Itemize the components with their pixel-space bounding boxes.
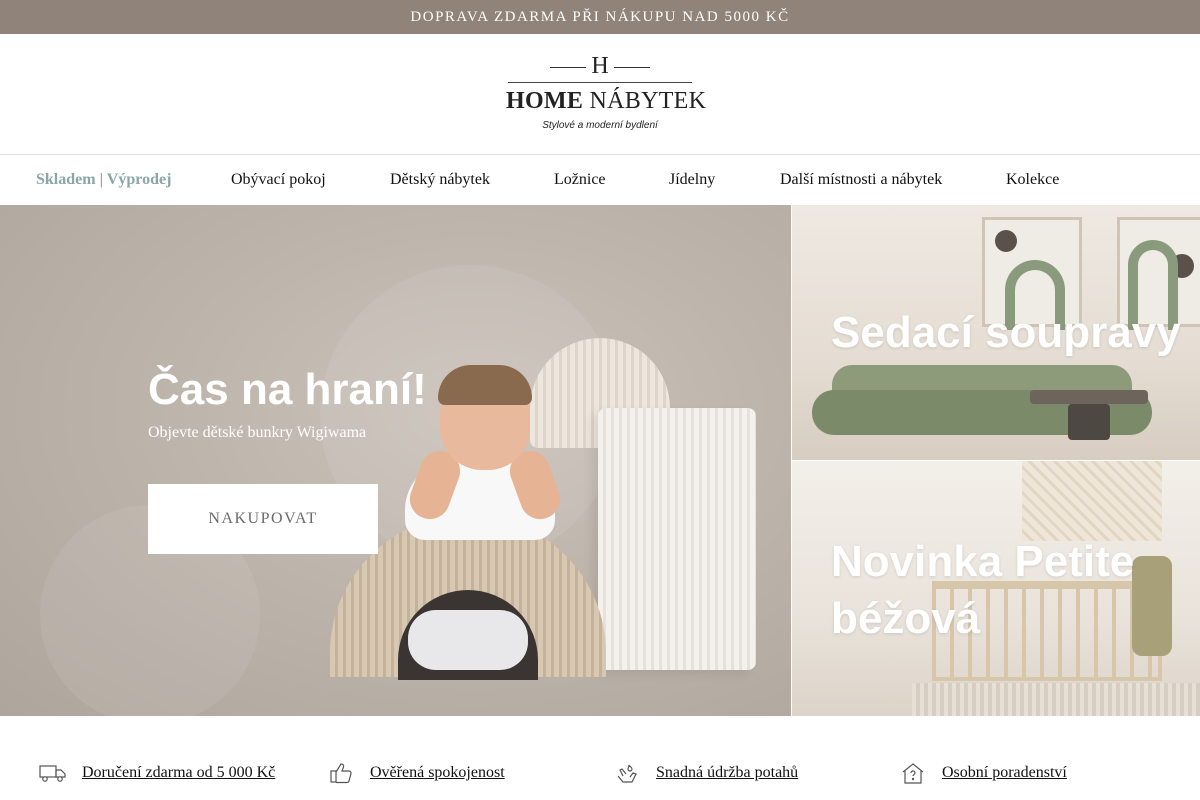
nav-promo-link[interactable]: Skladem | Výprodej <box>36 171 171 189</box>
category-tile-sofas[interactable]: Sedací soupravy <box>792 205 1200 460</box>
truck-icon <box>38 761 68 785</box>
nav-item-loznice[interactable]: Ložnice <box>554 171 606 189</box>
logo-mark: H <box>506 53 694 80</box>
category-tile-petite[interactable]: Novinka Petite béžová <box>792 461 1200 716</box>
logo-name-bold: HOME <box>506 88 584 114</box>
thumbs-up-icon <box>326 761 356 785</box>
tile-title-sofas: Sedací soupravy <box>831 308 1181 357</box>
tile-title-petite: Novinka Petite béžová <box>831 537 1135 643</box>
nav-item-jidelny[interactable]: Jídelny <box>669 171 715 189</box>
benefit-label[interactable]: Snadná údržba potahů <box>656 764 798 782</box>
hero-title: Čas na hraní! <box>148 365 427 414</box>
benefit-satisfaction[interactable]: Ověřená spokojenost <box>326 761 505 785</box>
benefits-bar: Doručení zdarma od 5 000 Kč Ověřená spok… <box>0 716 1200 800</box>
nav-item-kolekce[interactable]: Kolekce <box>1006 171 1059 189</box>
logo-tagline: Stylové a moderní bydlení <box>542 120 658 131</box>
benefit-label[interactable]: Doručení zdarma od 5 000 Kč <box>82 764 275 782</box>
blanket-image <box>1022 461 1162 541</box>
announcement-text: DOPRAVA ZDARMA PŘI NÁKUPU NAD 5000 KČ <box>410 8 790 25</box>
benefit-label[interactable]: Osobní poradenství <box>942 764 1067 782</box>
logo-letter: H <box>591 53 609 79</box>
site-logo[interactable]: H HOME NÁBYTEK Stylové a moderní bydlení <box>506 53 706 136</box>
house-question-icon <box>898 761 928 785</box>
main-navigation: Skladem | Výprodej Obývací pokoj Dětský … <box>0 155 1200 205</box>
hero-banner[interactable]: Čas na hraní! Objevte dětské bunkry Wigi… <box>0 205 791 716</box>
logo-name-regular: NÁBYTEK <box>589 88 707 114</box>
hand-care-icon <box>612 761 642 785</box>
benefit-free-delivery[interactable]: Doručení zdarma od 5 000 Kč <box>38 761 275 785</box>
announcement-bar: DOPRAVA ZDARMA PŘI NÁKUPU NAD 5000 KČ <box>0 0 1200 34</box>
logo-name: HOME NÁBYTEK <box>506 86 706 116</box>
benefit-easy-care[interactable]: Snadná údržba potahů <box>612 761 798 785</box>
nav-item-obyvaci-pokoj[interactable]: Obývací pokoj <box>231 171 326 189</box>
hero-subtitle: Objevte dětské bunkry Wigiwama <box>148 424 367 441</box>
benefit-label[interactable]: Ověřená spokojenost <box>370 764 505 782</box>
benefit-personal-advice[interactable]: Osobní poradenství <box>898 761 1067 785</box>
nav-item-dalsi-mistnosti[interactable]: Další místnosti a nábytek <box>780 171 942 189</box>
nav-item-detsky-nabytek[interactable]: Dětský nábytek <box>390 171 490 189</box>
shop-now-button[interactable]: NAKUPOVAT <box>148 484 378 554</box>
site-header: H HOME NÁBYTEK Stylové a moderní bydlení <box>0 34 1200 155</box>
